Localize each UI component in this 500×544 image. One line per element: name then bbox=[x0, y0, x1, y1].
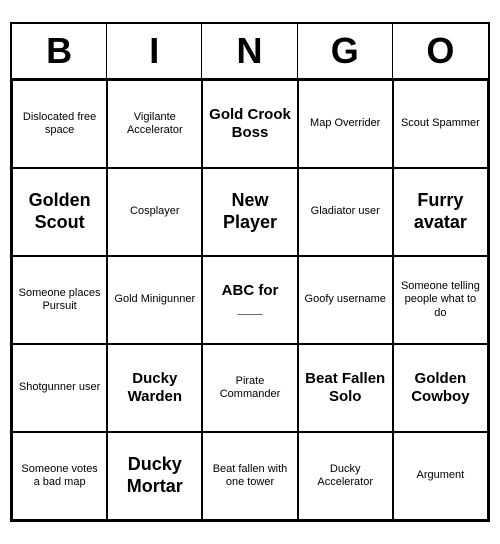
bingo-cell-6: Cosplayer bbox=[107, 168, 202, 256]
bingo-grid: Dislocated free spaceVigilante Accelerat… bbox=[12, 80, 488, 520]
bingo-cell-10: Someone places Pursuit bbox=[12, 256, 107, 344]
letter-i: I bbox=[107, 24, 202, 78]
bingo-header: B I N G O bbox=[12, 24, 488, 80]
bingo-card: B I N G O Dislocated free spaceVigilante… bbox=[10, 22, 490, 522]
letter-n: N bbox=[202, 24, 297, 78]
bingo-cell-8: Gladiator user bbox=[298, 168, 393, 256]
letter-g: G bbox=[298, 24, 393, 78]
bingo-cell-3: Map Overrider bbox=[298, 80, 393, 168]
bingo-cell-24: Argument bbox=[393, 432, 488, 520]
bingo-cell-11: Gold Minigunner bbox=[107, 256, 202, 344]
bingo-cell-20: Someone votes a bad map bbox=[12, 432, 107, 520]
bingo-cell-4: Scout Spammer bbox=[393, 80, 488, 168]
bingo-cell-5: Golden Scout bbox=[12, 168, 107, 256]
bingo-cell-0: Dislocated free space bbox=[12, 80, 107, 168]
bingo-cell-22: Beat fallen with one tower bbox=[202, 432, 297, 520]
bingo-cell-23: Ducky Accelerator bbox=[298, 432, 393, 520]
bingo-cell-17: Pirate Commander bbox=[202, 344, 297, 432]
bingo-cell-9: Furry avatar bbox=[393, 168, 488, 256]
bingo-cell-13: Goofy username bbox=[298, 256, 393, 344]
bingo-cell-1: Vigilante Accelerator bbox=[107, 80, 202, 168]
letter-b: B bbox=[12, 24, 107, 78]
bingo-cell-14: Someone telling people what to do bbox=[393, 256, 488, 344]
bingo-cell-18: Beat Fallen Solo bbox=[298, 344, 393, 432]
bingo-cell-15: Shotgunner user bbox=[12, 344, 107, 432]
bingo-cell-7: New Player bbox=[202, 168, 297, 256]
bingo-cell-16: Ducky Warden bbox=[107, 344, 202, 432]
bingo-cell-19: Golden Cowboy bbox=[393, 344, 488, 432]
bingo-cell-12: ABC for ___ bbox=[202, 256, 297, 344]
bingo-cell-2: Gold Crook Boss bbox=[202, 80, 297, 168]
bingo-cell-21: Ducky Mortar bbox=[107, 432, 202, 520]
letter-o: O bbox=[393, 24, 488, 78]
